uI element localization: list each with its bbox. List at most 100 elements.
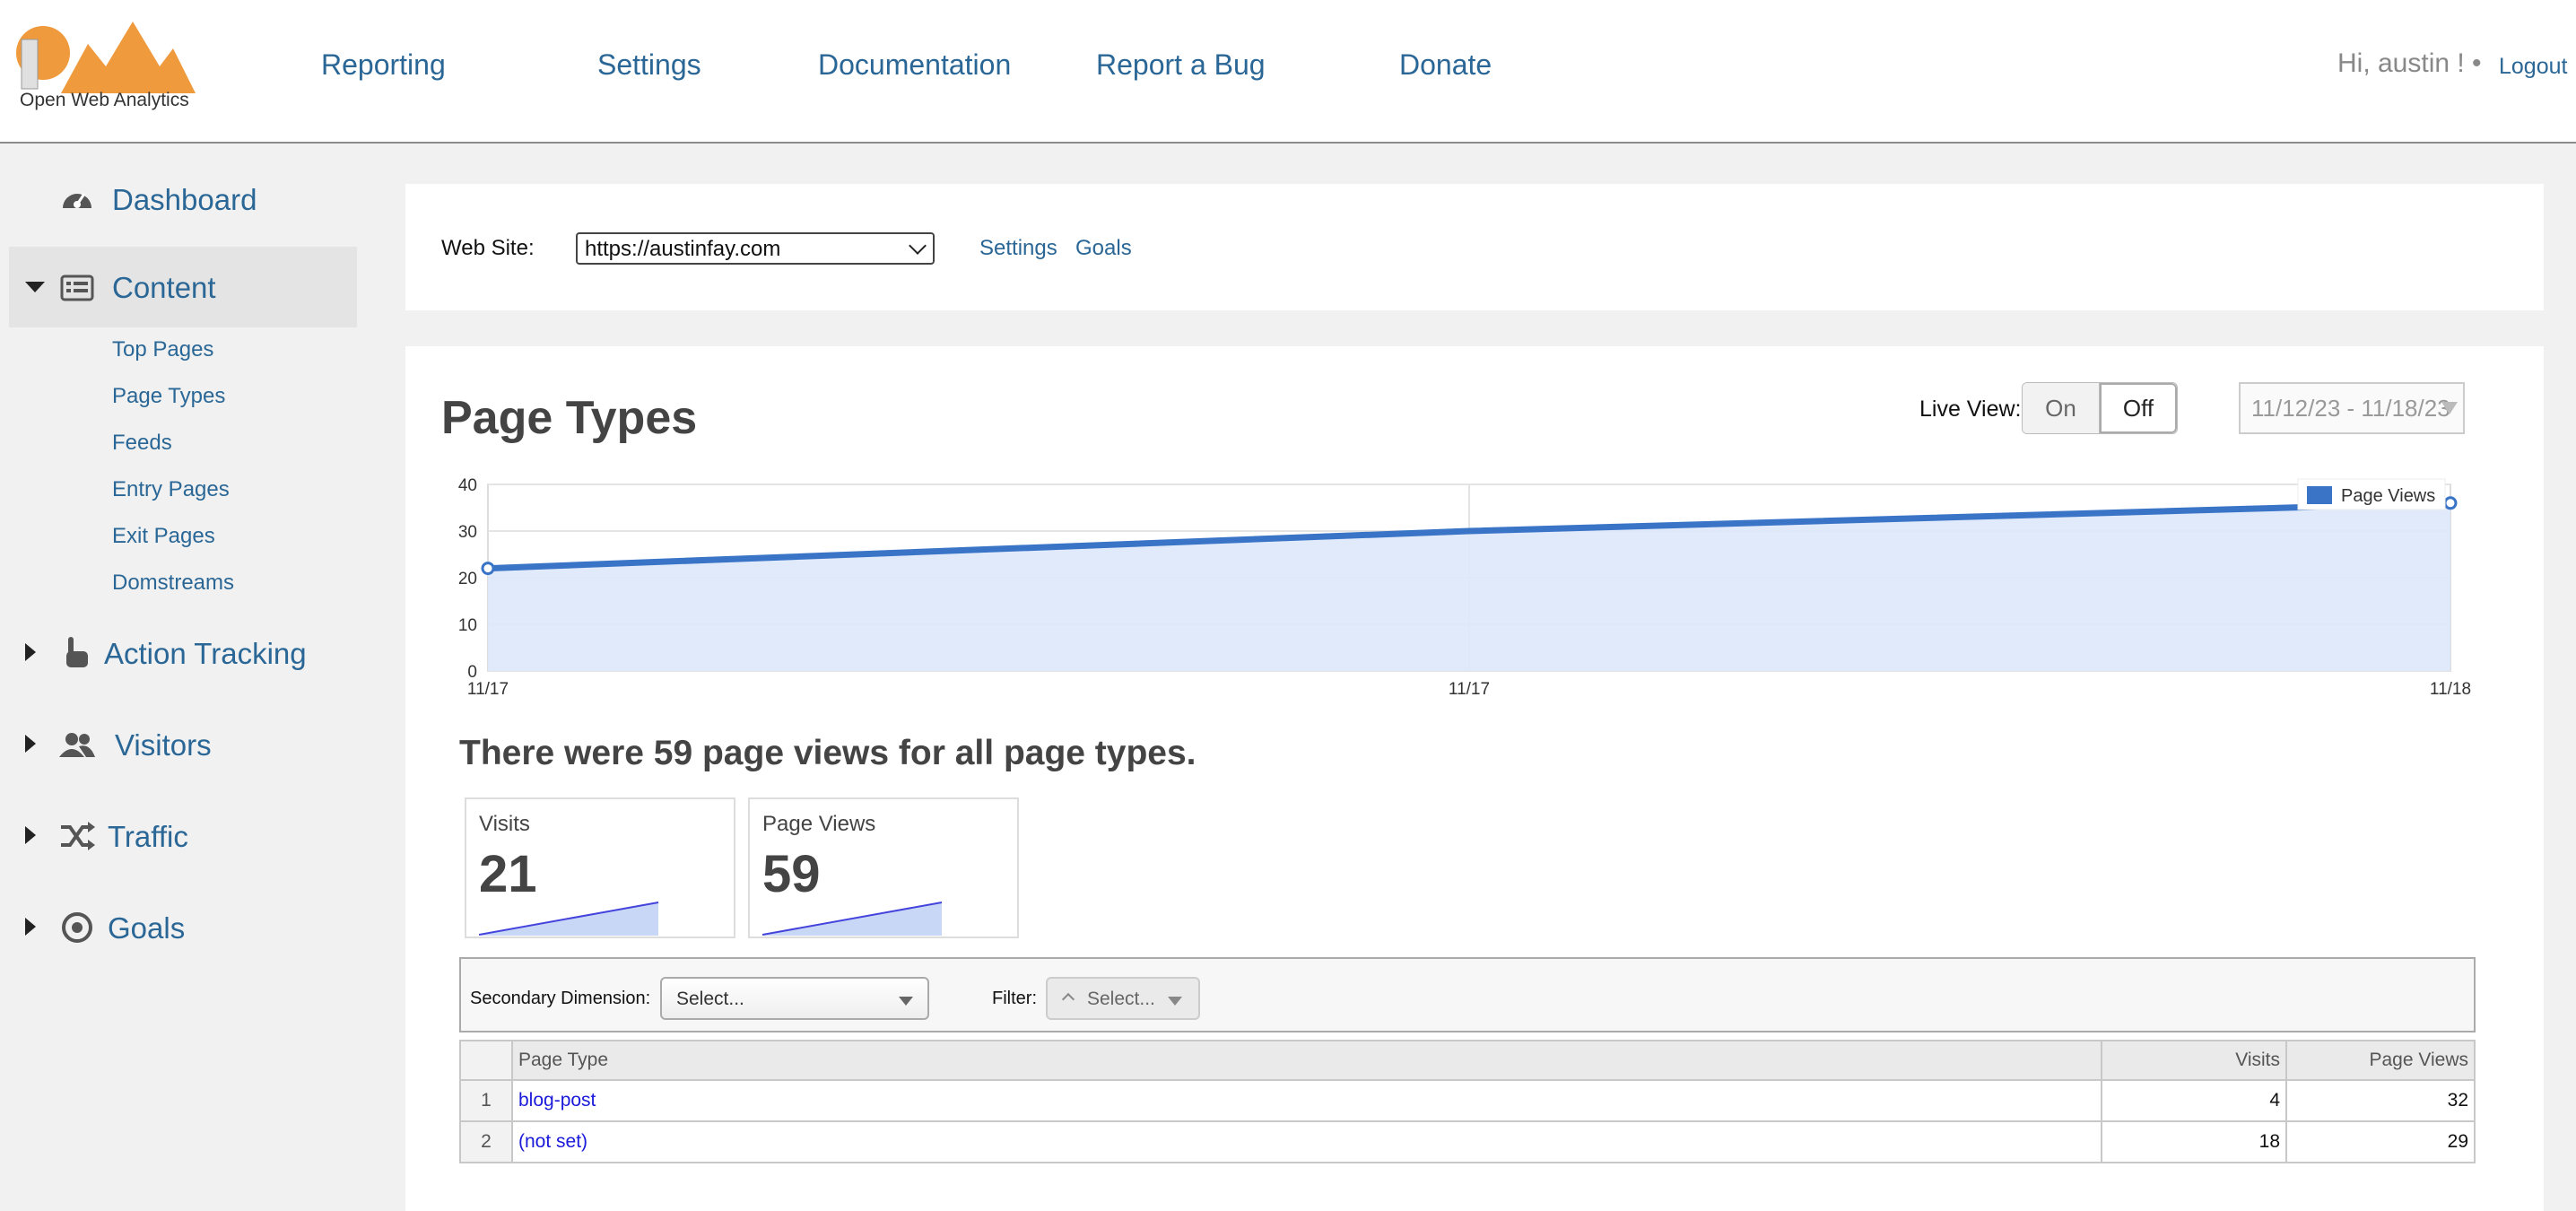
caret-right-icon <box>25 643 36 661</box>
nav-documentation[interactable]: Documentation <box>818 48 1011 82</box>
page-views-chart: 0 10 20 30 40 11/17 11/17 11/18 Page Views <box>458 476 2471 699</box>
y-tick-label: 40 <box>458 476 477 495</box>
index-header <box>459 1040 513 1081</box>
nav-donate[interactable]: Donate <box>1399 48 1492 82</box>
filter-bar: Secondary Dimension: Select... Filter: S… <box>459 957 2476 1032</box>
metric-page-views: Page Views 59 <box>748 797 1019 938</box>
data-point <box>481 562 495 576</box>
caret-right-icon <box>25 826 36 844</box>
legend-swatch <box>2307 486 2332 504</box>
secondary-dimension-label: Secondary Dimension: <box>470 989 651 1008</box>
nav-report-bug[interactable]: Report a Bug <box>1096 48 1266 82</box>
website-select-value: https://austinfay.com <box>585 237 781 261</box>
users-icon <box>59 733 95 757</box>
sidebar-item-label: Action Tracking <box>104 637 307 670</box>
caret-down-icon <box>25 282 45 292</box>
sidebar-item-label: Goals <box>108 911 186 945</box>
sidebar-item-label: Visitors <box>115 728 212 762</box>
sidebar-sub-exit-pages[interactable]: Exit Pages <box>112 524 215 549</box>
top-header: Open Web Analytics Reporting Settings Do… <box>0 0 2576 144</box>
data-point <box>2443 496 2458 510</box>
row-index: 1 <box>459 1079 513 1122</box>
date-range-picker[interactable]: 11/12/23 - 11/18/23 <box>2239 382 2465 434</box>
page-views-cell: 32 <box>2285 1079 2476 1122</box>
site-goals-link[interactable]: Goals <box>1075 236 1132 261</box>
y-tick-label: 10 <box>458 616 477 635</box>
page-title: Page Types <box>441 392 698 444</box>
user-greeting: Hi, austin ! • <box>2337 48 2482 78</box>
sidebar-item-goals[interactable]: Goals <box>0 890 359 965</box>
sidebar-item-dashboard[interactable]: Dashboard <box>0 161 359 237</box>
y-tick-label: 30 <box>458 523 477 542</box>
page-type-link[interactable]: blog-post <box>518 1090 596 1111</box>
column-header-page-views[interactable]: Page Views <box>2285 1040 2476 1081</box>
page-type-cell: blog-post <box>511 1079 2102 1122</box>
page-type-cell: (not set) <box>511 1120 2102 1163</box>
metric-visits: Visits 21 <box>465 797 735 938</box>
table-row: 2 (not set) 18 29 <box>459 1120 2476 1163</box>
live-on-button[interactable]: On <box>2023 383 2100 433</box>
pointer-hand-icon <box>66 637 88 667</box>
page-types-table: Page Type Visits Page Views 1 blog-post … <box>459 1040 2476 1163</box>
filter-label: Filter: <box>992 989 1037 1008</box>
nav-settings[interactable]: Settings <box>597 48 701 82</box>
summary-text: There were 59 page views for all page ty… <box>459 734 1197 772</box>
sparkline <box>762 902 943 936</box>
visits-cell: 18 <box>2101 1120 2287 1163</box>
sidebar-item-label: Traffic <box>108 820 188 853</box>
filter-select[interactable]: Select... <box>1046 977 1200 1020</box>
dropdown-arrow-icon <box>1168 997 1182 1006</box>
metric-value: 59 <box>762 845 821 903</box>
sidebar-sub-page-types[interactable]: Page Types <box>112 384 225 409</box>
logout-link[interactable]: Logout <box>2499 54 2567 80</box>
sidebar-sub-top-pages[interactable]: Top Pages <box>112 337 213 362</box>
filter-placeholder: Select... <box>1087 989 1155 1009</box>
report-panel: Page Types Live View: On Off 11/12/23 - … <box>405 346 2544 1211</box>
sidebar-item-visitors[interactable]: Visitors <box>0 707 359 782</box>
column-header-visits[interactable]: Visits <box>2101 1040 2287 1081</box>
dropdown-arrow-icon <box>899 997 913 1006</box>
secondary-dimension-placeholder: Select... <box>676 989 744 1009</box>
row-index: 2 <box>459 1120 513 1163</box>
sidebar-sub-domstreams[interactable]: Domstreams <box>112 571 234 596</box>
date-range-value: 11/12/23 - 11/18/23 <box>2251 395 2450 422</box>
live-view-toggle: On Off <box>2022 382 2178 434</box>
logo-mark-icon <box>16 22 196 93</box>
chevron-down-icon <box>909 237 927 255</box>
target-icon <box>62 912 92 943</box>
live-off-button[interactable]: Off <box>2100 383 2177 433</box>
sidebar-sub-feeds[interactable]: Feeds <box>112 431 172 456</box>
metric-value: 21 <box>479 845 537 903</box>
metric-label: Visits <box>479 812 530 836</box>
logo-text: Open Web Analytics <box>20 90 189 110</box>
caret-right-icon <box>25 918 36 936</box>
y-tick-label: 20 <box>458 570 477 588</box>
sidebar-item-traffic[interactable]: Traffic <box>0 798 359 874</box>
sidebar-sub-entry-pages[interactable]: Entry Pages <box>112 477 230 502</box>
page-views-cell: 29 <box>2285 1120 2476 1163</box>
shuffle-icon <box>61 822 95 850</box>
sidebar-item-action-tracking[interactable]: Action Tracking <box>0 615 359 691</box>
secondary-dimension-select[interactable]: Select... <box>660 977 929 1020</box>
website-select[interactable]: https://austinfay.com <box>576 232 935 265</box>
page-type-link[interactable]: (not set) <box>518 1131 587 1152</box>
legend-label: Page Views <box>2341 486 2435 506</box>
y-tick-label: 0 <box>467 663 477 682</box>
site-settings-link[interactable]: Settings <box>979 236 1057 261</box>
x-tick-label: 11/17 <box>467 680 509 699</box>
x-tick-label: 11/18 <box>2430 680 2471 699</box>
sidebar-item-label: Dashboard <box>112 183 257 216</box>
content-list-icon <box>60 274 94 301</box>
caret-right-icon <box>25 735 36 753</box>
table-row: 1 blog-post 4 32 <box>459 1079 2476 1122</box>
sidebar: Dashboard Content Top Pages Page Types F… <box>0 145 368 1211</box>
chevron-up-icon <box>1061 992 1075 1006</box>
dashboard-icon <box>63 193 91 208</box>
column-header-page-type[interactable]: Page Type <box>511 1040 2102 1081</box>
table-header-row: Page Type Visits Page Views <box>459 1040 2476 1081</box>
nav-reporting[interactable]: Reporting <box>321 48 446 82</box>
site-selector-panel: Web Site: https://austinfay.com Settings… <box>405 184 2544 310</box>
sidebar-item-content[interactable]: Content <box>0 249 359 325</box>
x-tick-label: 11/17 <box>1449 680 1490 699</box>
dropdown-arrow-icon <box>2441 402 2458 414</box>
